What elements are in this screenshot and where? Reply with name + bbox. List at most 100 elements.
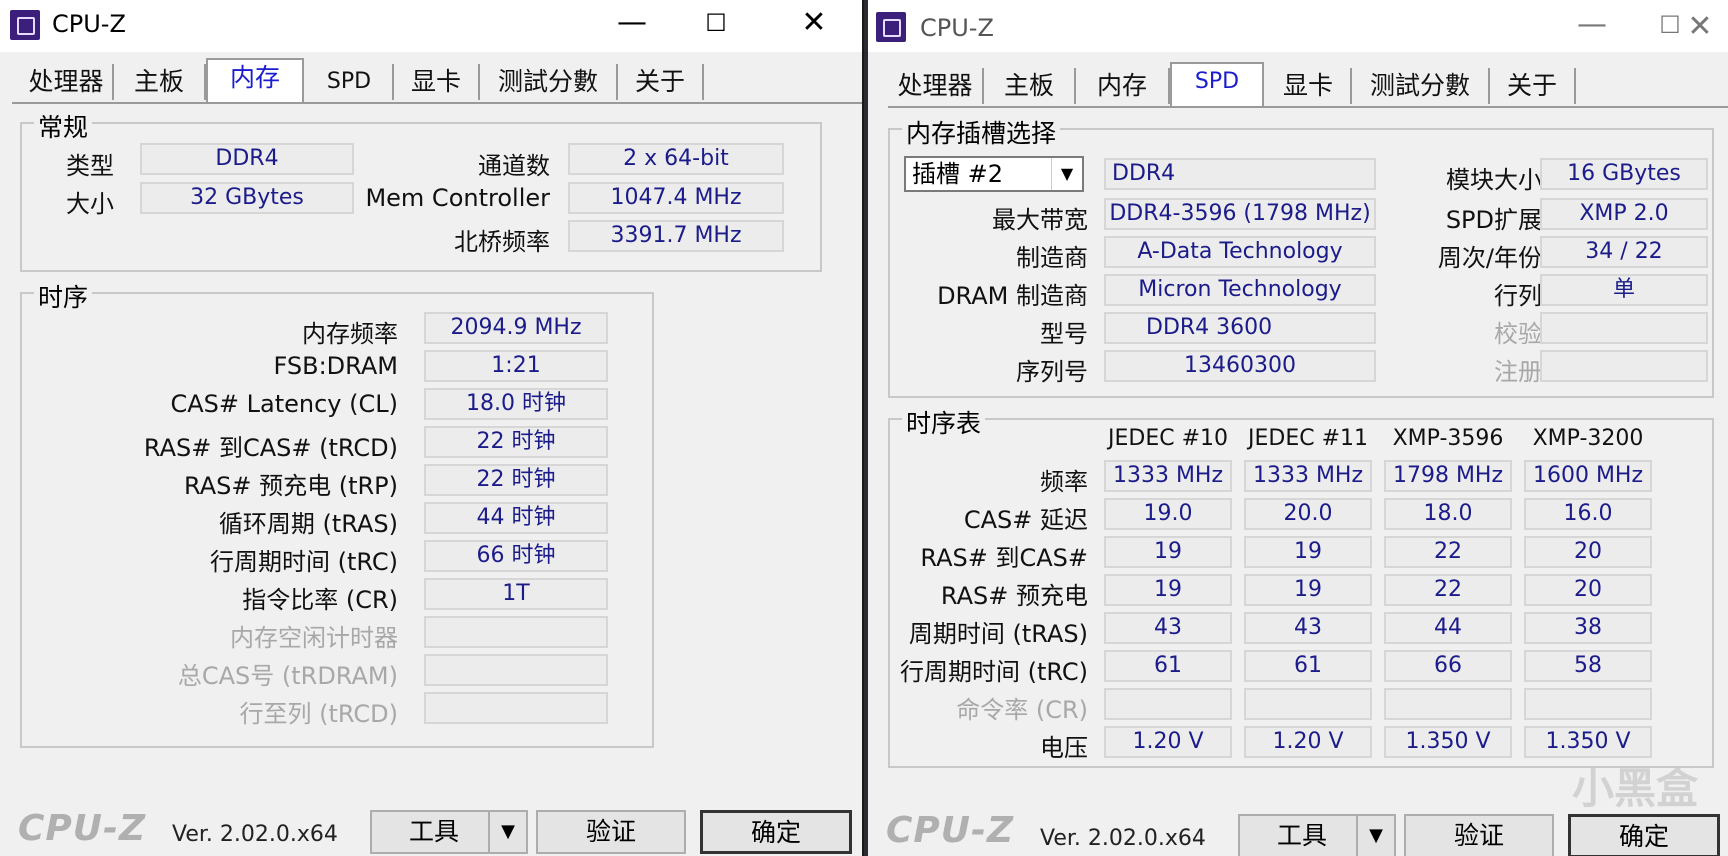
timing-cell: 1.350 V [1524, 726, 1652, 758]
tab-bench[interactable]: 测試分數 [480, 64, 618, 100]
tab-graphics[interactable]: 显卡 [394, 64, 480, 100]
dram-manufacturer-label: DRAM 制造商 [937, 282, 1088, 310]
tab-bar: 处理器 主板 内存 SPD 显卡 测試分數 关于 [888, 62, 1728, 108]
title-bar[interactable]: CPU-Z — ☐ ✕ [868, 0, 1728, 52]
spd-ext-label: SPD扩展 [1445, 206, 1542, 234]
close-icon[interactable]: ✕ [1680, 12, 1720, 42]
timing-cell: 20 [1524, 536, 1652, 568]
slot-select[interactable]: 插槽 #2 ▼ [904, 156, 1084, 192]
tab-memory[interactable]: 内存 [1076, 68, 1170, 104]
timing-cell: 16.0 [1524, 498, 1652, 530]
ok-button[interactable]: 确定 [1568, 814, 1720, 856]
type-label: 类型 [66, 152, 114, 180]
timing-value: 18.0 时钟 [424, 388, 608, 420]
chevron-down-icon[interactable]: ▼ [1051, 158, 1082, 190]
timing-row-label: RAS# 到CAS# [920, 544, 1088, 572]
timing-row-label: 命令率 (CR) [956, 696, 1088, 724]
timing-label: 行至列 (tRCD) [239, 700, 398, 728]
timing-value: 22 时钟 [424, 426, 608, 458]
timing-cell: 43 [1104, 612, 1232, 644]
timing-value [424, 692, 608, 724]
timing-label: RAS# 到CAS# (tRCD) [143, 434, 398, 462]
correction-value [1540, 312, 1708, 344]
tab-mainboard[interactable]: 主板 [984, 68, 1076, 104]
timing-value: 44 时钟 [424, 502, 608, 534]
tab-bench[interactable]: 测試分數 [1352, 68, 1490, 104]
module-size-value: 16 GBytes [1540, 158, 1708, 190]
memory-type-value: DDR4 [1104, 158, 1376, 190]
timing-cell [1244, 688, 1372, 720]
cpuz-logo: CPU-Z [886, 810, 1015, 851]
manufacturer-value: A-Data Technology [1104, 236, 1376, 268]
title-bar[interactable]: CPU-Z — ☐ ✕ [0, 0, 862, 52]
tab-memory[interactable]: 内存 [206, 58, 304, 102]
timing-cell: 22 [1384, 574, 1512, 606]
northbridge-value: 3391.7 MHz [568, 220, 784, 252]
spd-ext-value: XMP 2.0 [1540, 198, 1708, 230]
tab-spd[interactable]: SPD [1170, 62, 1264, 106]
timing-label: CAS# Latency (CL) [170, 390, 399, 418]
close-icon[interactable]: ✕ [794, 8, 834, 38]
maximize-icon[interactable]: ☐ [696, 8, 736, 38]
size-value: 32 GBytes [140, 182, 354, 214]
tab-cpu[interactable]: 处理器 [888, 68, 984, 104]
tab-bar: 处理器 主板 内存 SPD 显卡 测試分數 关于 [12, 58, 862, 104]
minimize-icon[interactable]: — [1572, 10, 1612, 40]
tab-graphics[interactable]: 显卡 [1266, 68, 1352, 104]
correction-label: 校验 [1494, 320, 1542, 348]
timing-label: RAS# 预充电 (tRP) [183, 472, 398, 500]
tools-dropdown-icon[interactable]: ▼ [1356, 814, 1396, 856]
timing-cell: 38 [1524, 612, 1652, 644]
timing-cell: 44 [1384, 612, 1512, 644]
serial-label: 序列号 [1016, 358, 1088, 386]
manufacturer-label: 制造商 [1016, 244, 1088, 272]
timing-cell: 61 [1104, 650, 1232, 682]
week-year-label: 周次/年份 [1437, 244, 1542, 272]
timing-value: 1:21 [424, 350, 608, 382]
timing-cell: 19 [1244, 574, 1372, 606]
size-label: 大小 [66, 190, 114, 218]
timings-group-label: 时序 [34, 278, 93, 314]
timing-cell [1524, 688, 1652, 720]
validate-button[interactable]: 验证 [1404, 814, 1554, 856]
timing-label: 循环周期 (tRAS) [218, 510, 398, 538]
channels-label: 通道数 [478, 152, 550, 180]
tab-about[interactable]: 关于 [618, 64, 704, 100]
cpuz-app-icon [876, 12, 906, 42]
ok-button[interactable]: 确定 [700, 810, 852, 854]
timing-label: 行周期时间 (tRC) [209, 548, 398, 576]
timing-label: 内存空闲计时器 [230, 624, 398, 652]
mem-controller-value: 1047.4 MHz [568, 182, 784, 214]
validate-button[interactable]: 验证 [536, 810, 686, 854]
tab-mainboard[interactable]: 主板 [114, 64, 206, 100]
timing-table-label: 时序表 [902, 404, 986, 440]
version-label: Ver. 2.02.0.x64 [172, 822, 338, 847]
tab-spd[interactable]: SPD [306, 64, 394, 100]
timing-row-label: 频率 [1040, 468, 1088, 496]
ranks-label: 行列 [1494, 282, 1542, 310]
timing-cell [1384, 688, 1512, 720]
mem-controller-label: Mem Controller [365, 184, 550, 212]
timing-cell: 1600 MHz [1524, 460, 1652, 492]
tools-button[interactable]: 工具 [1238, 814, 1366, 856]
tab-about[interactable]: 关于 [1490, 68, 1576, 104]
cpuz-logo: CPU-Z [18, 808, 147, 849]
type-value: DDR4 [140, 143, 354, 175]
tools-dropdown-icon[interactable]: ▼ [488, 810, 528, 854]
timing-column-header: JEDEC #10 [1107, 426, 1228, 451]
module-size-label: 模块大小 [1446, 166, 1542, 194]
serial-value: 13460300 [1104, 350, 1376, 382]
tab-cpu[interactable]: 处理器 [20, 64, 114, 100]
cpuz-window-memory: CPU-Z — ☐ ✕ 处理器 主板 内存 SPD 显卡 测試分數 关于 常规 … [0, 0, 864, 856]
timing-column-header: XMP-3596 [1392, 426, 1504, 451]
part-number-label: 型号 [1040, 320, 1088, 348]
timing-label: 指令比率 (CR) [242, 586, 398, 614]
minimize-icon[interactable]: — [612, 8, 652, 38]
timing-column-header: JEDEC #11 [1247, 426, 1368, 451]
tools-button[interactable]: 工具 [370, 810, 498, 854]
timing-cell: 61 [1244, 650, 1372, 682]
timing-cell: 1.20 V [1244, 726, 1372, 758]
timing-row-label: CAS# 延迟 [963, 506, 1088, 534]
week-year-value: 34 / 22 [1540, 236, 1708, 268]
slot-select-value: 插槽 #2 [912, 160, 1004, 188]
